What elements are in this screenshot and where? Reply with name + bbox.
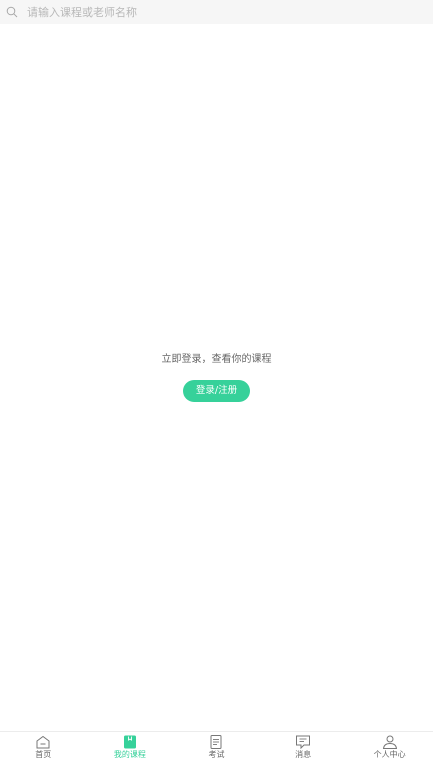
home-icon	[35, 735, 51, 749]
search-input[interactable]	[27, 2, 407, 22]
profile-icon	[382, 735, 398, 749]
search-icon	[5, 5, 19, 19]
tab-profile[interactable]: 个人中心	[346, 732, 433, 762]
tab-my-courses[interactable]: 我的课程	[87, 732, 174, 762]
my-courses-icon	[122, 735, 138, 749]
tab-my-courses-label: 我的课程	[113, 750, 146, 759]
login-register-button[interactable]: 登录/注册	[183, 380, 250, 402]
tab-home[interactable]: 首页	[0, 732, 87, 762]
tab-exam-label: 考试	[208, 750, 225, 759]
tab-exam[interactable]: 考试	[173, 732, 260, 762]
tab-home-label: 首页	[35, 750, 52, 759]
login-prompt-section: 立即登录，查看你的课程 登录/注册	[0, 350, 433, 402]
tab-messages-label: 消息	[295, 750, 312, 759]
search-bar[interactable]	[0, 0, 433, 24]
bottom-tab-bar: 首页 我的课程 考试 消息 个人中心	[0, 731, 433, 762]
tab-profile-label: 个人中心	[373, 750, 406, 759]
exam-icon	[208, 735, 224, 749]
login-prompt-text: 立即登录，查看你的课程	[161, 354, 272, 365]
tab-messages[interactable]: 消息	[260, 732, 347, 762]
message-icon	[295, 735, 311, 749]
